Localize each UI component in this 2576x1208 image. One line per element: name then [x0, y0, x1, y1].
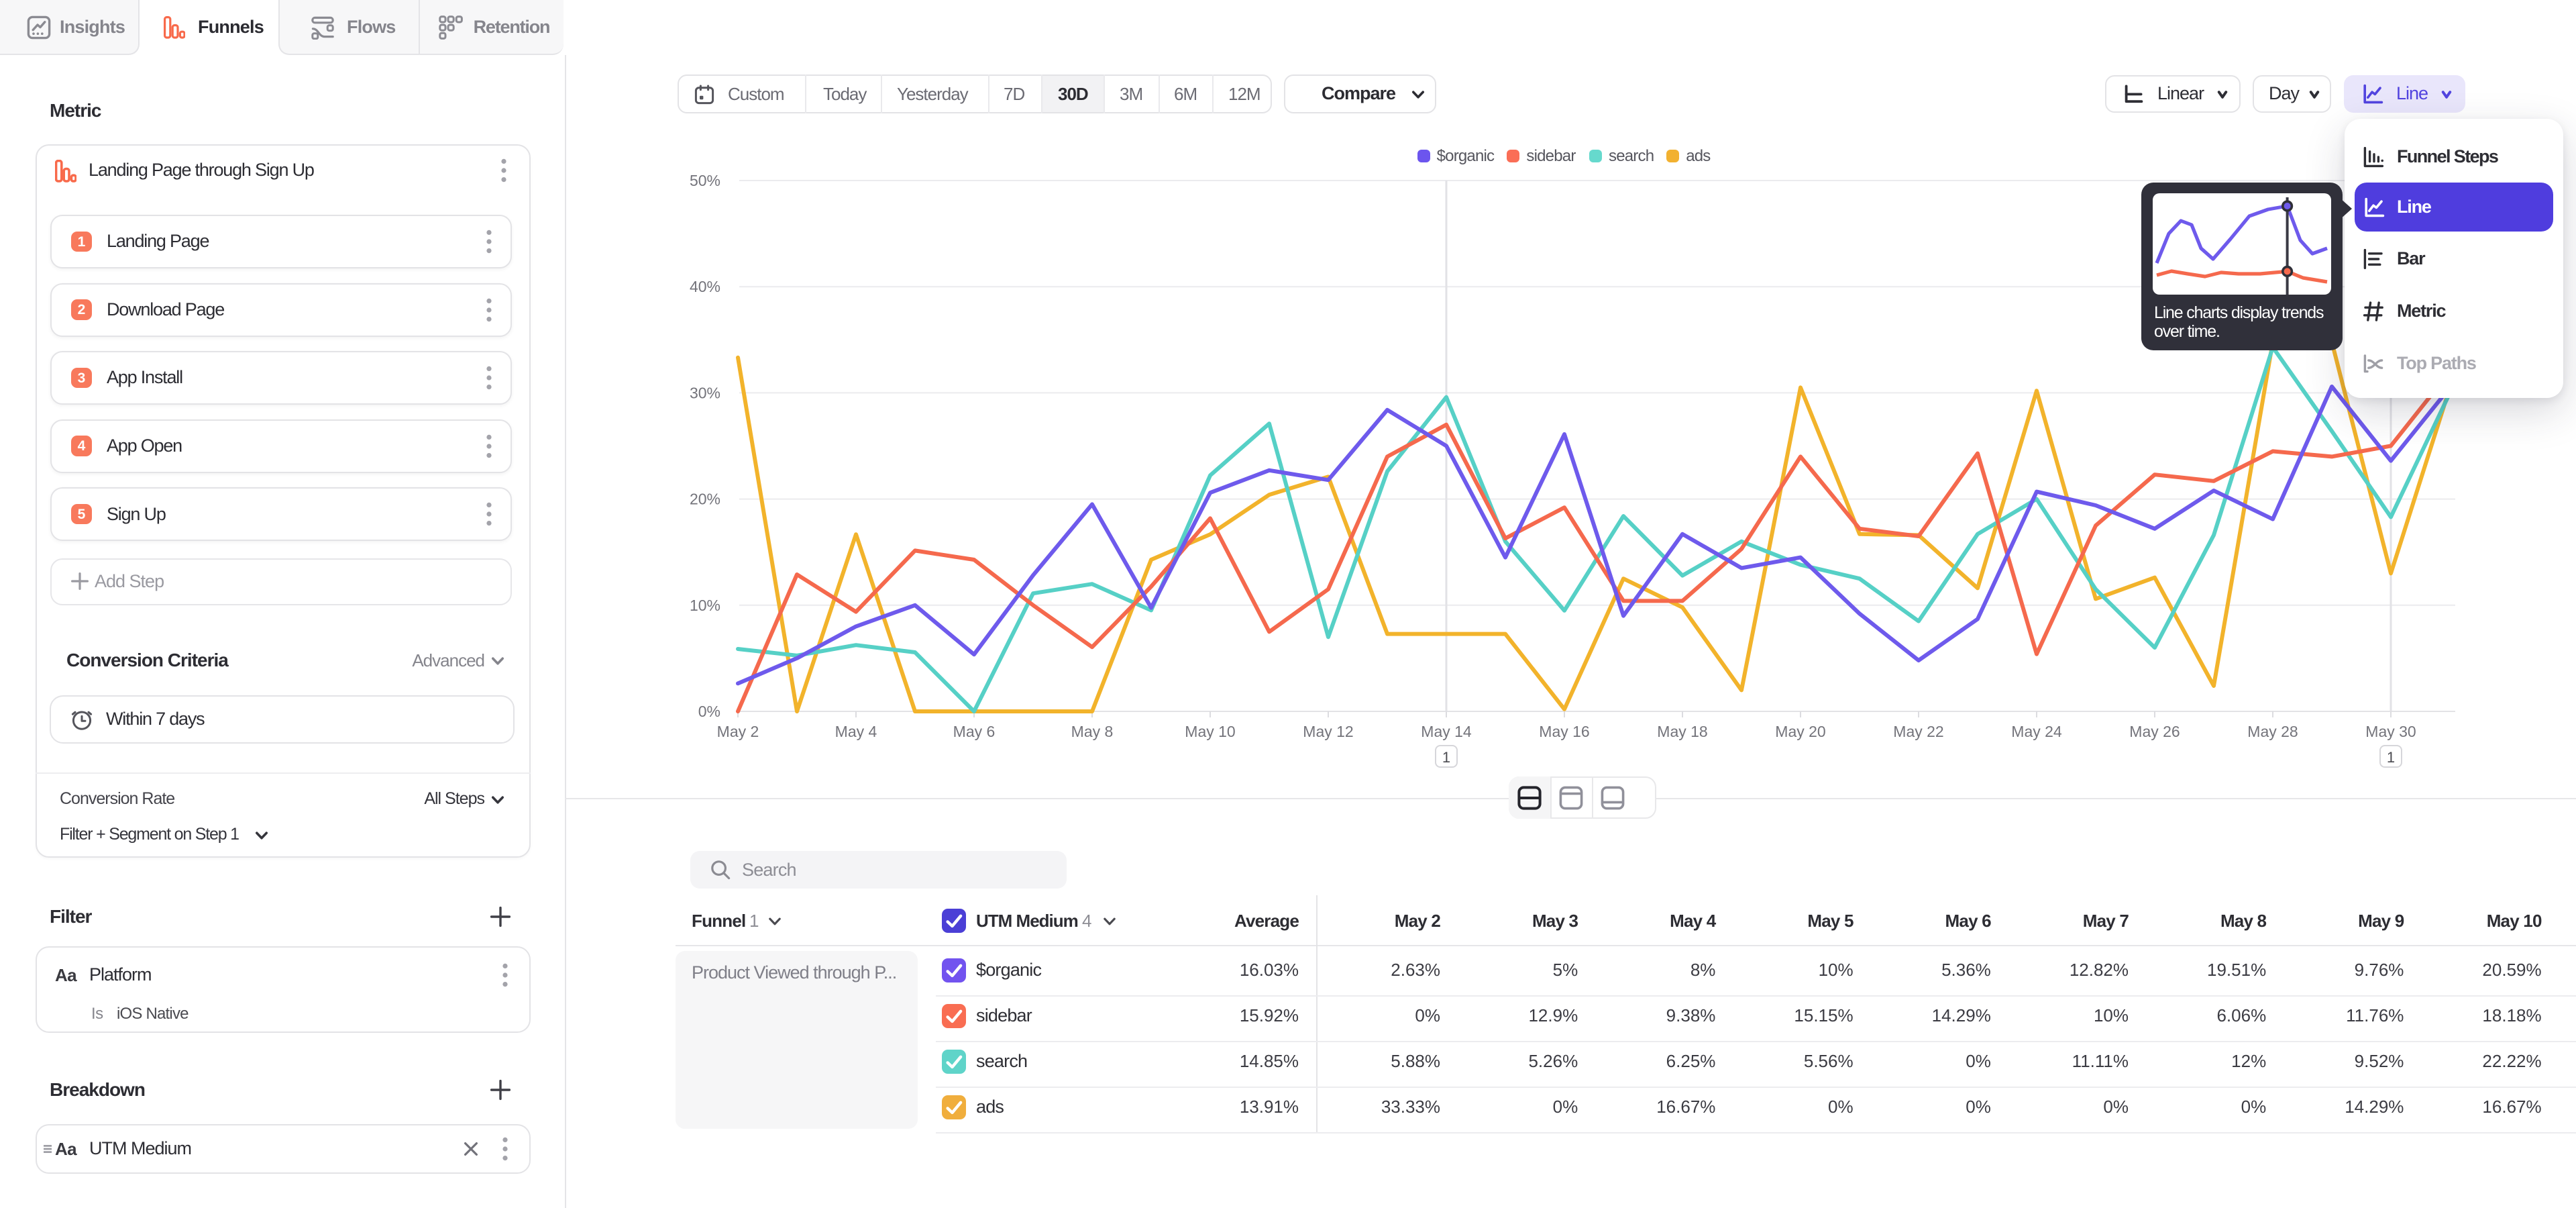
svg-text:May 28: May 28: [2247, 723, 2298, 740]
svg-text:50%: 50%: [690, 172, 720, 189]
svg-text:40%: 40%: [690, 278, 720, 295]
svg-text:May 16: May 16: [1539, 723, 1589, 740]
svg-text:30%: 30%: [690, 384, 720, 401]
svg-text:May 14: May 14: [1421, 723, 1472, 740]
svg-text:May 6: May 6: [953, 723, 996, 740]
svg-text:May 2: May 2: [717, 723, 759, 740]
svg-text:May 10: May 10: [1185, 723, 1235, 740]
svg-text:May 30: May 30: [2365, 723, 2416, 740]
svg-text:May 24: May 24: [2011, 723, 2062, 740]
svg-text:May 8: May 8: [1071, 723, 1114, 740]
svg-text:May 4: May 4: [835, 723, 877, 740]
svg-text:May 26: May 26: [2129, 723, 2180, 740]
svg-text:10%: 10%: [690, 597, 720, 614]
svg-text:20%: 20%: [690, 491, 720, 508]
svg-text:May 22: May 22: [1893, 723, 1943, 740]
svg-text:May 12: May 12: [1303, 723, 1353, 740]
svg-text:May 18: May 18: [1657, 723, 1707, 740]
svg-text:0%: 0%: [698, 703, 720, 720]
svg-text:May 20: May 20: [1775, 723, 1825, 740]
